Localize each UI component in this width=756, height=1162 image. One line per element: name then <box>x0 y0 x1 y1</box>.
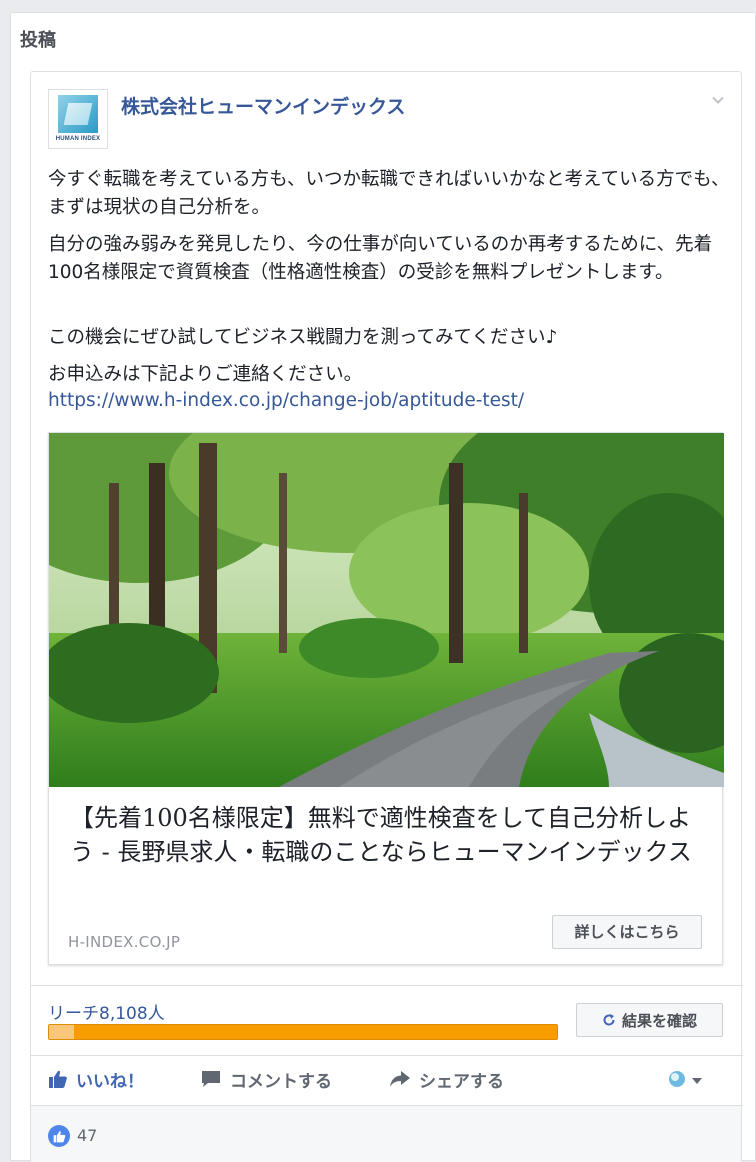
comment-icon <box>202 1071 220 1087</box>
reach-label[interactable]: リーチ8,108人 <box>48 999 165 1024</box>
reach-bar <box>48 1024 558 1040</box>
refresh-icon <box>603 1014 615 1026</box>
divider <box>31 985 743 986</box>
caret-down-icon <box>692 1078 702 1084</box>
link-domain: H-INDEX.CO.JP <box>68 933 181 951</box>
comment-label: コメントする <box>230 1071 332 1092</box>
audience-selector[interactable] <box>667 1070 703 1090</box>
like-label: いいね！ <box>76 1071 144 1092</box>
park-path-image <box>49 433 724 787</box>
view-results-button[interactable]: 結果を確認 <box>576 1003 723 1037</box>
share-label: シェアする <box>419 1071 504 1092</box>
link-preview-card[interactable]: 【先着100名様限定】無料で適性検査をして自己分析しよう - 長野県求人・転職の… <box>48 432 724 965</box>
like-button[interactable]: いいね！ <box>48 1066 144 1092</box>
post-link[interactable]: https://www.h-index.co.jp/change-job/apt… <box>48 390 524 411</box>
link-headline[interactable]: 【先着100名様限定】無料で適性検査をして自己分析しよう - 長野県求人・転職の… <box>70 801 710 869</box>
reach-bar-organic <box>49 1025 75 1039</box>
chevron-down-icon[interactable] <box>712 94 724 106</box>
post-paragraph-3: この機会にぜひ試してビジネス戦闘力を測ってみてください♪ <box>48 327 558 348</box>
page-thumbnail-icon <box>669 1071 685 1087</box>
post-paragraph-4: お申込みは下記よりご連絡ください。 <box>48 364 363 385</box>
share-button[interactable]: シェアする <box>389 1066 504 1092</box>
reactions-bar: 47 <box>31 1106 741 1162</box>
view-results-label: 結果を確認 <box>621 1011 697 1030</box>
human-index-logo-icon <box>58 95 98 133</box>
post-paragraph-2: 自分の強み弱みを発見したり、今の仕事が向いているのか再考するために、先着100名… <box>48 234 713 283</box>
post-card: HUMAN INDEX 株式会社ヒューマンインデックス 今すぐ転職を考えている方… <box>30 71 743 1162</box>
page-avatar[interactable]: HUMAN INDEX <box>48 89 108 149</box>
comment-button[interactable]: コメントする <box>200 1066 332 1092</box>
post-author[interactable]: 株式会社ヒューマンインデックス <box>121 92 405 119</box>
panel-title: 投稿 <box>20 30 56 51</box>
thumbs-up-icon <box>49 1070 67 1088</box>
post-paragraph-1: 今すぐ転職を考えている方も、いつか転職できればいいかなと考えている方でも、まずは… <box>48 169 730 218</box>
thumbs-up-icon <box>53 1130 65 1142</box>
like-count[interactable]: 47 <box>77 1126 97 1145</box>
learn-more-button[interactable]: 詳しくはこちら <box>552 915 702 949</box>
like-reaction-icon[interactable] <box>48 1125 70 1147</box>
divider <box>31 1055 743 1056</box>
avatar-logo-text: HUMAN INDEX <box>55 136 101 142</box>
share-arrow-icon <box>390 1071 410 1087</box>
